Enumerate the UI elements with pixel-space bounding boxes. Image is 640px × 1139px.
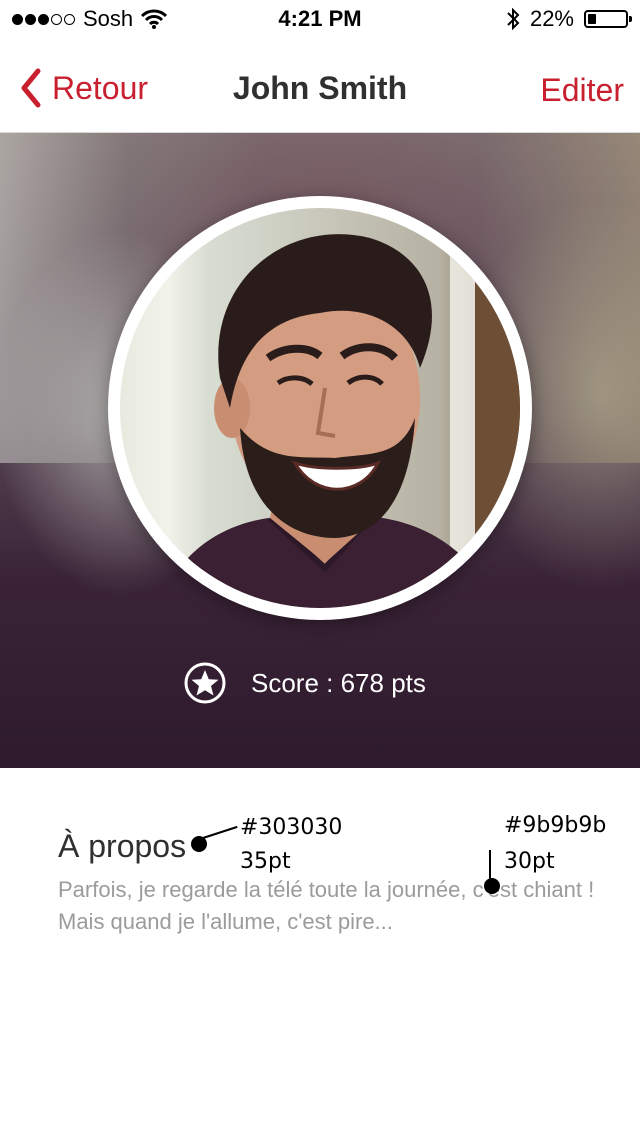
score: Score : 678 pts [183, 661, 426, 705]
annotation-text-color: #9b9b9b [504, 813, 607, 838]
battery-icon [584, 10, 632, 28]
annotation-title-color: #303030 [240, 815, 343, 840]
status-bar: Sosh 4:21 PM 22% [0, 0, 640, 40]
profile-header: Score : 678 pts [0, 133, 640, 768]
score-label: Score : 678 pts [251, 667, 426, 698]
status-right: 22% [506, 6, 632, 32]
about-text: Parfois, je regarde la télé toute la jou… [58, 877, 595, 934]
annotation-line-text [489, 850, 491, 882]
navigation-bar: Retour John Smith Editer [0, 40, 640, 133]
annotation-title-size: 35pt [240, 849, 291, 874]
annotation-marker-text [484, 878, 500, 894]
annotation-text-size: 30pt [504, 849, 555, 874]
avatar[interactable] [120, 208, 520, 608]
bluetooth-icon [507, 7, 520, 31]
about-title: À propos [58, 828, 187, 864]
battery-level [588, 14, 596, 24]
star-icon [184, 662, 226, 704]
avatar-portrait [160, 208, 520, 608]
battery-percent: 22% [529, 6, 574, 31]
edit-button[interactable]: Editer [540, 72, 624, 109]
annotation-line-title [202, 825, 238, 839]
